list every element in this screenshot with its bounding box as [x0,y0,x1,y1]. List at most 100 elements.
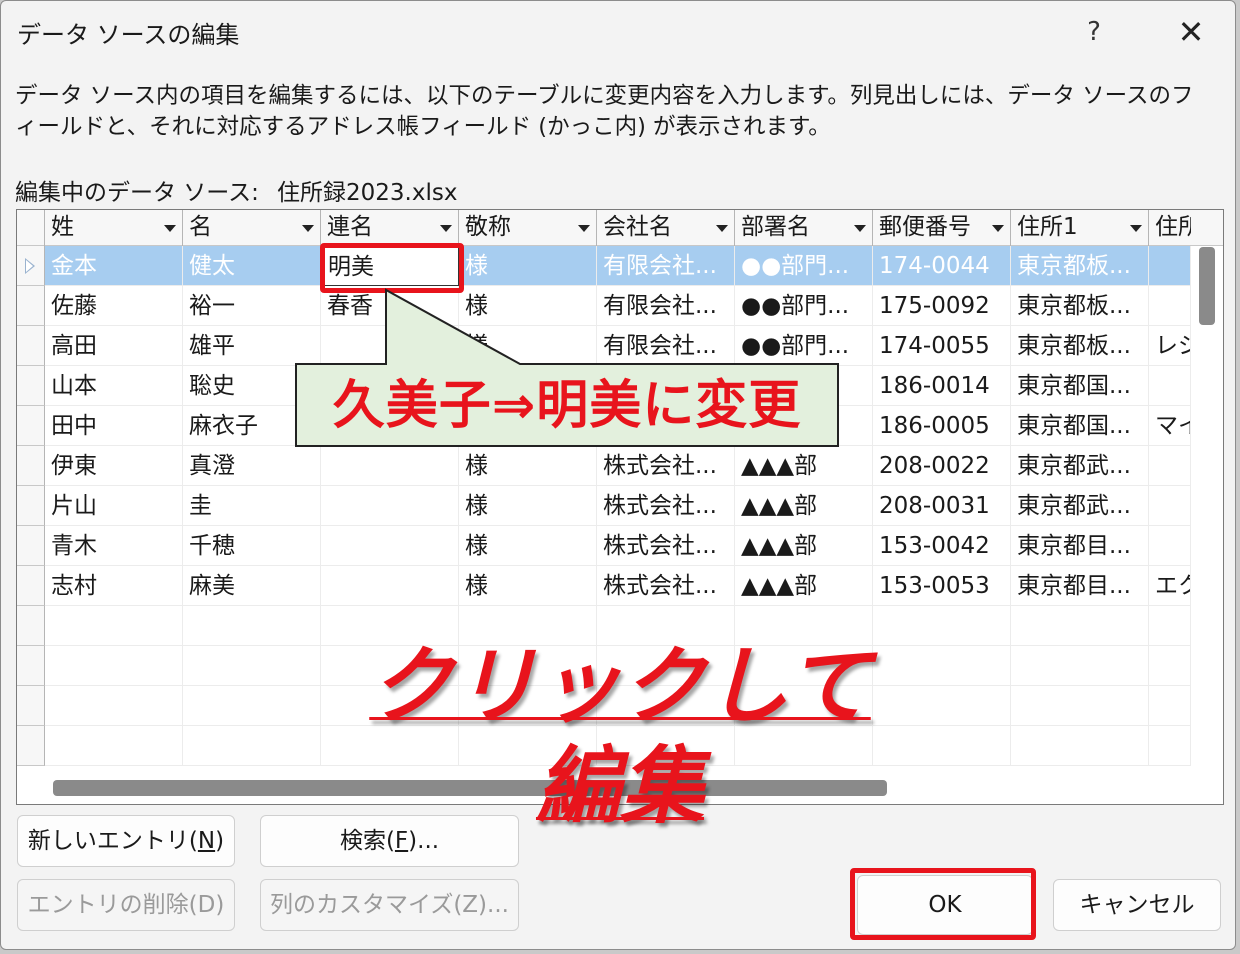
cell-first-name[interactable]: 雄平 [183,326,321,366]
cell-department[interactable]: ▲▲▲部 [735,446,873,486]
row-selector[interactable] [17,366,45,406]
table-row[interactable]: 青木 千穂 様株式会社... ▲▲▲部 153-0042 東京都目... [17,526,1191,566]
cell-address1[interactable]: 東京都国... [1011,406,1149,446]
table-row[interactable]: 片山圭 様株式会社... ▲▲▲部 208-0031 東京都武... [17,486,1191,526]
cell-address2[interactable] [1149,726,1191,766]
row-selector[interactable] [17,566,45,606]
cell-address1[interactable]: 東京都板... [1011,326,1149,366]
cell-postal-code[interactable]: 174-0044 [873,246,1011,286]
column-header[interactable]: 名 [183,210,321,246]
row-selector[interactable] [17,446,45,486]
cell-first-name[interactable] [183,606,321,646]
cell-last-name[interactable] [45,606,183,646]
cell-last-name[interactable]: 青木 [45,526,183,566]
cell-postal-code[interactable]: 186-0014 [873,366,1011,406]
table-row[interactable]: 志村麻美 様株式会社...▲▲▲部153-0053東京都目...エク [17,566,1191,606]
cell-honorific[interactable]: 様 [459,286,597,326]
dropdown-arrow-icon[interactable] [578,225,590,232]
cell-honorific[interactable]: 様 [459,446,597,486]
cell-address1[interactable]: 東京都武... [1011,446,1149,486]
cell-postal-code[interactable]: 208-0022 [873,446,1011,486]
cell-address1[interactable]: 東京都板... [1011,246,1149,286]
cell-last-name[interactable] [45,686,183,726]
cell-company[interactable]: 有限会社... [597,326,735,366]
new-entry-button[interactable]: 新しいエントリ(N) [17,815,235,867]
cell-address2[interactable] [1149,366,1191,406]
row-selector[interactable] [17,606,45,646]
cell-postal-code[interactable]: 153-0042 [873,526,1011,566]
cell-honorific[interactable]: 様 [459,486,597,526]
cancel-button[interactable]: キャンセル [1053,879,1221,931]
cell-address1[interactable]: 東京都国... [1011,366,1149,406]
cell-joint-name[interactable] [321,326,459,366]
cell-address2[interactable] [1149,606,1191,646]
cell-address2[interactable] [1149,646,1191,686]
column-header[interactable]: 郵便番号 [873,210,1011,246]
row-selector[interactable] [17,326,45,366]
row-selector[interactable] [17,286,45,326]
cell-last-name[interactable]: 山本 [45,366,183,406]
row-selector[interactable] [17,646,45,686]
customize-columns-button[interactable]: 列のカスタマイズ(Z)... [260,879,519,931]
dropdown-arrow-icon[interactable] [440,225,452,232]
cell-honorific[interactable]: 様 [459,526,597,566]
cell-joint-name[interactable] [321,446,459,486]
cell-address1[interactable] [1011,606,1149,646]
column-header[interactable]: 敬称 [459,210,597,246]
cell-last-name[interactable] [45,646,183,686]
cell-company[interactable]: 有限会社... [597,286,735,326]
cell-department[interactable]: ●●部門... [735,326,873,366]
help-button[interactable]: ? [1071,9,1117,55]
cell-joint-name[interactable] [321,566,459,606]
table-row[interactable]: 金本 健太 明美様有限会社... ●●部門... 174-0044 東京都板... [17,246,1191,286]
cell-joint-name[interactable] [321,486,459,526]
column-header[interactable]: 部署名 [735,210,873,246]
cell-address2[interactable] [1149,526,1191,566]
close-button[interactable]: ✕ [1163,9,1219,55]
cell-address2[interactable]: エク [1149,566,1191,606]
cell-address1[interactable] [1011,646,1149,686]
dropdown-arrow-icon[interactable] [854,225,866,232]
cell-address1[interactable]: 東京都板... [1011,286,1149,326]
cell-first-name[interactable]: 真澄 [183,446,321,486]
table-row[interactable]: 高田雄平 様有限会社...●●部門...174-0055東京都板...レジ [17,326,1191,366]
cell-address1[interactable] [1011,686,1149,726]
cell-address1[interactable]: 東京都目... [1011,526,1149,566]
cell-last-name[interactable]: 伊東 [45,446,183,486]
find-button[interactable]: 検索(F)... [260,815,519,867]
cell-last-name[interactable]: 片山 [45,486,183,526]
cell-first-name[interactable] [183,646,321,686]
column-header[interactable]: 姓 [45,210,183,246]
dropdown-arrow-icon[interactable] [716,225,728,232]
cell-department[interactable]: ▲▲▲部 [735,486,873,526]
cell-last-name[interactable]: 金本 [45,246,183,286]
cell-postal-code[interactable]: 186-0005 [873,406,1011,446]
cell-first-name[interactable] [183,686,321,726]
cell-address2[interactable] [1149,686,1191,726]
row-selector[interactable] [17,246,45,286]
cell-last-name[interactable]: 高田 [45,326,183,366]
cell-postal-code[interactable]: 153-0053 [873,566,1011,606]
cell-last-name[interactable] [45,726,183,766]
cell-company[interactable]: 株式会社... [597,486,735,526]
cell-postal-code[interactable]: 175-0092 [873,286,1011,326]
cell-company[interactable]: 株式会社... [597,446,735,486]
dropdown-arrow-icon[interactable] [302,225,314,232]
cell-address2[interactable]: マイ [1149,406,1191,446]
cell-first-name[interactable] [183,726,321,766]
dropdown-arrow-icon[interactable] [1130,225,1142,232]
cell-address1[interactable]: 東京都武... [1011,486,1149,526]
cell-address2[interactable]: レジ [1149,326,1191,366]
cell-first-name[interactable]: 健太 [183,246,321,286]
cell-department[interactable]: ●●部門... [735,246,873,286]
cell-address2[interactable] [1149,286,1191,326]
cell-last-name[interactable]: 志村 [45,566,183,606]
cell-company[interactable]: 有限会社... [597,246,735,286]
cell-joint-name[interactable] [321,526,459,566]
cell-department[interactable]: ▲▲▲部 [735,566,873,606]
cell-last-name[interactable]: 田中 [45,406,183,446]
cell-first-name[interactable]: 圭 [183,486,321,526]
row-selector[interactable] [17,486,45,526]
cell-address1[interactable] [1011,726,1149,766]
cell-address1[interactable]: 東京都目... [1011,566,1149,606]
